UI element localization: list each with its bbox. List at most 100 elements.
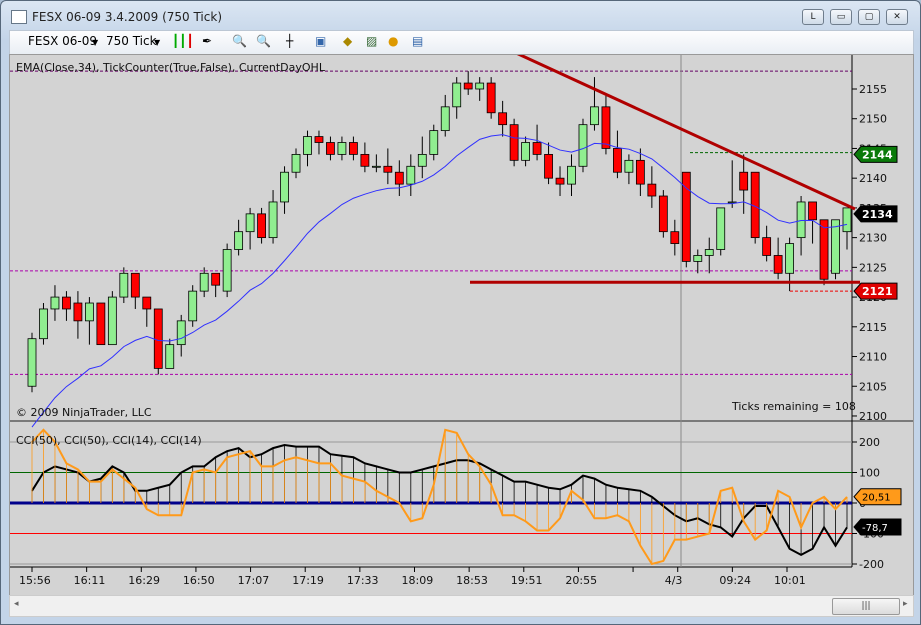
candle-body xyxy=(107,296,117,346)
interval-selector[interactable]: 750 Tick xyxy=(106,34,157,48)
y-tick-label: 2125 xyxy=(859,261,887,274)
instrument-selector[interactable]: FESX 06-09 xyxy=(28,34,97,48)
x-tick-label: 17:19 xyxy=(292,574,324,587)
candle-body xyxy=(716,207,726,250)
candle-body xyxy=(486,82,496,114)
cci14-line xyxy=(31,428,848,566)
window-title: FESX 06-09 3.4.2009 (750 Tick) xyxy=(32,10,222,24)
candle-body xyxy=(291,153,301,173)
candle-body xyxy=(50,296,60,310)
chart-app-icon xyxy=(11,10,27,24)
candle-body xyxy=(647,183,657,197)
price-marker-label: 2121 xyxy=(862,285,893,298)
candle-body xyxy=(463,82,473,90)
candle-body xyxy=(337,142,347,155)
table-icon[interactable]: ▤ xyxy=(412,34,423,48)
chevron-down-icon[interactable]: ▼ xyxy=(154,38,160,47)
x-tick-label: 16:50 xyxy=(183,574,215,587)
drawing-tool-icon[interactable]: ✒ xyxy=(202,34,212,48)
crosshair-icon[interactable]: ┼ xyxy=(286,34,293,48)
candle-body xyxy=(84,302,94,322)
candle-body xyxy=(222,249,232,292)
candle-body xyxy=(613,148,622,173)
candle-body xyxy=(658,195,668,233)
zoom-in-icon[interactable]: 🔍 xyxy=(232,34,247,48)
candle-body xyxy=(509,124,519,161)
y-tick-label: 2105 xyxy=(859,380,887,393)
x-tick-label: 4/3 xyxy=(665,574,683,587)
cci-y-tick-label: -200 xyxy=(859,558,884,571)
data-box-icon[interactable]: ▣ xyxy=(315,34,326,48)
candle-body xyxy=(555,177,565,185)
maximize-button[interactable]: ▢ xyxy=(858,9,880,25)
y-tick-label: 2110 xyxy=(859,351,887,364)
candle-body xyxy=(188,290,198,322)
x-tick-label: 09:24 xyxy=(719,574,751,587)
toolbar: FESX 06-09 ▼ 750 Tick ▼ ┃┃┃ ✒ 🔍 🔍 ┼ ▣ ◆ … xyxy=(9,30,914,55)
candle-body xyxy=(635,159,645,185)
scroll-right-icon[interactable]: ▸ xyxy=(903,599,908,609)
candle-body xyxy=(62,296,71,310)
candle-body xyxy=(475,82,485,90)
candle-body xyxy=(245,213,255,233)
candle-body xyxy=(314,136,324,143)
x-tick-label: 19:51 xyxy=(511,574,543,587)
chart-properties-icon[interactable]: ▨ xyxy=(366,34,377,48)
candle-body xyxy=(808,201,817,221)
link-button[interactable]: L xyxy=(802,9,824,25)
cci-y-tick-label: 100 xyxy=(859,467,880,480)
chart-area[interactable]: 2155215021452140213521302125212021152110… xyxy=(9,39,914,596)
candle-body xyxy=(429,130,439,155)
candle-body xyxy=(773,255,783,274)
cci-label: CCI(50), CCI(50), CCI(14), CCI(14) xyxy=(16,434,202,447)
candle-body xyxy=(693,255,703,262)
bar-type-icon[interactable]: ┃┃┃ xyxy=(172,34,194,48)
title-bar: FESX 06-09 3.4.2009 (750 Tick) L ▭ ▢ ✕ xyxy=(1,1,920,31)
candle-body xyxy=(796,201,806,239)
candle-body xyxy=(704,249,714,256)
candle-body xyxy=(371,165,381,168)
candle-body xyxy=(119,272,129,298)
candle-body xyxy=(326,142,335,155)
x-tick-label: 17:07 xyxy=(238,574,270,587)
candle-body xyxy=(670,231,680,244)
x-tick-label: 10:01 xyxy=(774,574,806,587)
candle-body xyxy=(624,159,634,173)
copyright-text: © 2009 NinjaTrader, LLC xyxy=(16,406,152,419)
candle-body xyxy=(360,153,370,167)
candle-body xyxy=(578,124,588,167)
candle-body xyxy=(532,142,542,155)
minimize-button[interactable]: ▭ xyxy=(830,9,852,25)
candle-body xyxy=(601,106,611,149)
candle-body xyxy=(268,201,278,239)
candle-body xyxy=(544,153,553,179)
y-tick-label: 2150 xyxy=(859,113,887,126)
cci-marker-label: 20,51 xyxy=(862,493,891,504)
candle-body xyxy=(73,302,83,322)
strategy-icon[interactable]: ◆ xyxy=(343,34,352,48)
candle-body xyxy=(142,296,152,310)
orders-icon[interactable]: ● xyxy=(388,34,398,48)
ticks-remaining: Ticks remaining = 108 xyxy=(731,400,856,413)
candle-body xyxy=(762,237,772,256)
candle-body xyxy=(176,320,186,346)
close-button[interactable]: ✕ xyxy=(886,9,908,25)
x-tick-label: 16:11 xyxy=(74,574,106,587)
scrollbar-thumb[interactable]: ||| xyxy=(832,598,900,615)
zoom-out-icon[interactable]: 🔍 xyxy=(256,34,271,48)
x-tick-label: 18:09 xyxy=(402,574,434,587)
candle-body xyxy=(842,207,852,233)
price-marker-label: 2134 xyxy=(862,208,893,221)
horizontal-scrollbar[interactable]: ◂ ||| ▸ xyxy=(9,595,914,617)
resistance-trendline xyxy=(489,39,856,211)
chart-canvas[interactable]: 2155215021452140213521302125212021152110… xyxy=(10,39,913,595)
y-tick-label: 2140 xyxy=(859,172,887,185)
candle-body xyxy=(257,213,266,239)
chart-window: FESX 06-09 3.4.2009 (750 Tick) L ▭ ▢ ✕ F… xyxy=(0,0,921,625)
y-tick-label: 2100 xyxy=(859,410,887,423)
chevron-down-icon[interactable]: ▼ xyxy=(92,38,98,47)
candle-body xyxy=(153,308,163,369)
candle-body xyxy=(452,82,462,108)
x-tick-label: 15:56 xyxy=(19,574,51,587)
scroll-left-icon[interactable]: ◂ xyxy=(14,599,19,609)
